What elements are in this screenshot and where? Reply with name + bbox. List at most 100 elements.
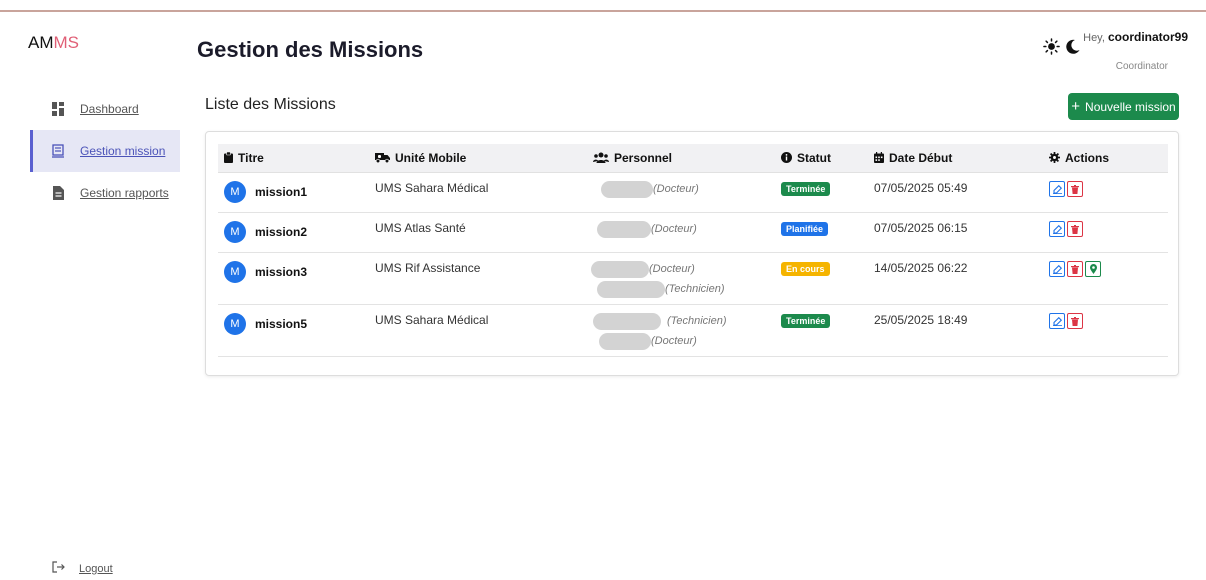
sidebar-item-gestion-mission[interactable]: Gestion mission: [30, 130, 180, 172]
mission-icon: [52, 144, 64, 158]
delete-button[interactable]: [1067, 313, 1083, 329]
edit-button[interactable]: [1049, 313, 1065, 329]
greeting-text: Hey,: [1083, 32, 1108, 44]
column-header-personnel[interactable]: Personnel: [565, 144, 775, 173]
cell-statut: En cours: [775, 252, 868, 305]
delete-button[interactable]: [1067, 221, 1083, 237]
edit-icon: [1052, 264, 1062, 274]
column-header-label: Date Début: [889, 150, 953, 165]
brand-prefix: AM: [28, 33, 54, 52]
cell-date-debut: 25/05/2025 18:49: [868, 304, 1043, 357]
status-badge: Terminée: [781, 314, 831, 328]
edit-button[interactable]: [1049, 221, 1065, 237]
calendar-icon: [874, 151, 884, 166]
sun-icon[interactable]: [1043, 38, 1060, 60]
personnel-entry: (Docteur): [571, 181, 775, 201]
trash-icon: [1071, 224, 1079, 234]
mission-title[interactable]: mission3: [255, 265, 307, 279]
table-row: M mission1 UMS Sahara Médical (Docteur) …: [218, 172, 1168, 213]
personnel-entry: (Technicien): [571, 313, 775, 333]
edit-icon: [1052, 224, 1062, 234]
cell-date-debut: 07/05/2025 05:49: [868, 172, 1043, 213]
trash-icon: [1071, 184, 1079, 194]
avatar: M: [224, 181, 246, 203]
cell-personnel: (Docteur) (Technicien): [565, 252, 775, 305]
column-header-statut[interactable]: Statut: [775, 144, 868, 173]
cell-unite-mobile: UMS Atlas Santé: [369, 212, 565, 253]
cell-titre: M mission5: [218, 304, 369, 357]
info-circle-icon: [781, 151, 792, 166]
dashboard-icon: [52, 102, 64, 116]
username: coordinator99: [1107, 30, 1188, 44]
table-header-row: Titre Unité Mobile Personnel Statut Date…: [218, 144, 1168, 173]
trash-icon: [1071, 316, 1079, 326]
new-mission-label: Nouvelle mission: [1085, 99, 1176, 114]
column-header-titre[interactable]: Titre: [218, 144, 369, 173]
new-mission-button[interactable]: + Nouvelle mission: [1068, 93, 1179, 120]
status-badge: Planifiée: [781, 222, 829, 236]
redacted-name: [601, 181, 653, 198]
redacted-name: [593, 313, 661, 330]
personnel-role: (Docteur): [649, 263, 695, 275]
top-rule: [0, 10, 1206, 12]
location-button[interactable]: [1085, 261, 1101, 277]
cell-titre: M mission1: [218, 172, 369, 213]
edit-button[interactable]: [1049, 261, 1065, 277]
users-icon: [593, 152, 609, 166]
cell-unite-mobile: UMS Sahara Médical: [369, 304, 565, 357]
personnel-entry: (Docteur): [571, 333, 775, 353]
mission-title[interactable]: mission1: [255, 185, 307, 199]
cog-icon: [1049, 151, 1060, 166]
cell-statut: Terminée: [775, 304, 868, 357]
redacted-name: [599, 333, 651, 350]
column-header-date-debut[interactable]: Date Début: [868, 144, 1043, 173]
section-title: Liste des Missions: [205, 96, 336, 113]
cell-unite-mobile: UMS Sahara Médical: [369, 172, 565, 213]
redacted-name: [597, 221, 651, 238]
column-header-label: Statut: [797, 150, 831, 165]
personnel-role: (Technicien): [667, 315, 727, 327]
mission-title[interactable]: mission5: [255, 317, 307, 331]
column-header-actions[interactable]: Actions: [1043, 144, 1168, 173]
edit-icon: [1052, 184, 1062, 194]
cell-statut: Terminée: [775, 172, 868, 213]
cell-actions: [1043, 252, 1168, 305]
app-logo[interactable]: AMMS: [28, 33, 79, 53]
personnel-role: (Docteur): [653, 183, 699, 195]
table-row: M mission2 UMS Atlas Santé (Docteur) Pla…: [218, 212, 1168, 253]
cell-personnel: (Docteur): [565, 212, 775, 253]
column-header-label: Titre: [238, 150, 264, 165]
logout-link[interactable]: Logout: [52, 561, 113, 576]
cell-titre: M mission3: [218, 252, 369, 305]
moon-icon[interactable]: [1065, 39, 1080, 60]
edit-button[interactable]: [1049, 181, 1065, 197]
truck-icon: [375, 152, 390, 166]
cell-titre: M mission2: [218, 212, 369, 253]
edit-icon: [1052, 316, 1062, 326]
avatar: M: [224, 313, 246, 335]
delete-button[interactable]: [1067, 181, 1083, 197]
report-icon: [52, 186, 64, 200]
delete-button[interactable]: [1067, 261, 1083, 277]
logout-label: Logout: [79, 562, 113, 575]
status-badge: En cours: [781, 262, 830, 276]
column-header-label: Unité Mobile: [395, 150, 467, 165]
column-header-label: Personnel: [614, 150, 673, 165]
plus-icon: +: [1071, 98, 1081, 115]
table-row: M mission5 UMS Sahara Médical (Technicie…: [218, 304, 1168, 357]
avatar: M: [224, 261, 246, 283]
theme-toggle: [1043, 38, 1080, 60]
personnel-entry: (Technicien): [571, 281, 775, 301]
sidebar-item-gestion-rapports[interactable]: Gestion rapports: [30, 172, 180, 214]
cell-statut: Planifiée: [775, 212, 868, 253]
mission-title[interactable]: mission2: [255, 225, 307, 239]
column-header-unite-mobile[interactable]: Unité Mobile: [369, 144, 565, 173]
clipboard-icon: [224, 151, 233, 166]
cell-actions: [1043, 172, 1168, 213]
cell-personnel: (Technicien) (Docteur): [565, 304, 775, 357]
personnel-entry: (Docteur): [571, 221, 775, 241]
column-header-label: Actions: [1065, 150, 1110, 165]
cell-actions: [1043, 304, 1168, 357]
sidebar-item-dashboard[interactable]: Dashboard: [30, 88, 180, 130]
page-title: Gestion des Missions: [197, 37, 424, 62]
